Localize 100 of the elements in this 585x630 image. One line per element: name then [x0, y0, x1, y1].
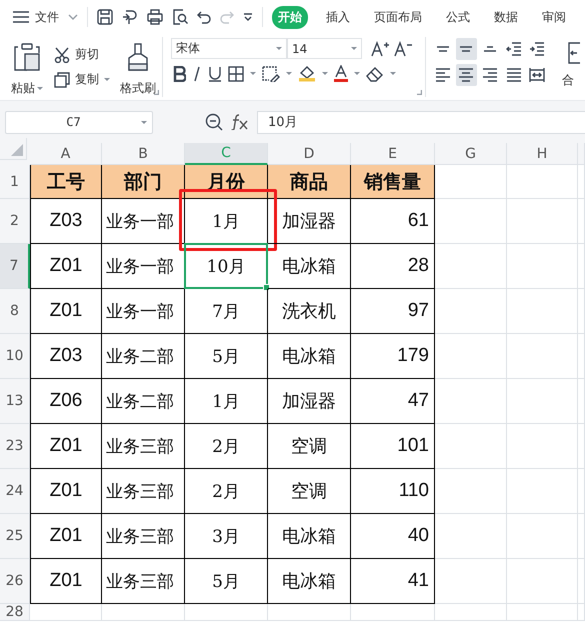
table-cell-text: 加湿器: [282, 210, 336, 233]
table-cell-text: 业务一部: [106, 256, 174, 278]
caret-icon[interactable]: [351, 47, 357, 50]
table-cell-text: 电冰箱: [282, 255, 336, 278]
align-button[interactable]: [456, 64, 478, 86]
row-header[interactable]: 8: [0, 289, 30, 334]
table-cell: Z01: [50, 525, 82, 547]
align-button[interactable]: [456, 38, 478, 60]
increase-font-icon[interactable]: [371, 40, 389, 56]
distributed-icon: [529, 67, 546, 83]
table-cell-text: 5月: [212, 346, 240, 368]
grid-cell: [507, 379, 578, 424]
caret-icon[interactable]: [37, 86, 43, 90]
font-size-dropdown[interactable]: 14: [287, 38, 362, 59]
column-heading: 销售量: [364, 170, 421, 194]
table-cell: Z01: [50, 570, 82, 592]
print-preview-icon[interactable]: [172, 9, 188, 25]
grid-cell: [507, 559, 578, 604]
row-header[interactable]: 7: [0, 244, 30, 289]
caret-icon[interactable]: [354, 72, 360, 75]
name-box[interactable]: C7: [5, 110, 153, 134]
zoom-icon[interactable]: [205, 113, 223, 131]
row-header[interactable]: 10: [0, 334, 30, 379]
caret-icon[interactable]: [250, 72, 256, 75]
function-icon[interactable]: [231, 114, 249, 130]
font-dropdown[interactable]: 宋体: [171, 38, 287, 59]
align-right-icon: [482, 67, 498, 83]
row-header[interactable]: 23: [0, 424, 30, 469]
file-menu[interactable]: 文件: [35, 8, 59, 26]
dropdown-icon[interactable]: [243, 13, 253, 21]
caret-icon[interactable]: [141, 120, 147, 124]
table-cell-text: 业务三部: [106, 526, 174, 548]
cell-style-icon[interactable]: [262, 66, 280, 82]
copy-icon[interactable]: [54, 72, 70, 88]
row-header[interactable]: 1: [0, 165, 30, 199]
column-header[interactable]: G: [435, 143, 507, 165]
table-cell: 179: [397, 345, 429, 367]
formula-input[interactable]: 10月: [257, 110, 585, 134]
borders-icon[interactable]: [228, 66, 244, 82]
paste-button[interactable]: 粘贴: [11, 80, 35, 97]
caret-icon[interactable]: [390, 72, 396, 75]
save-icon[interactable]: [97, 9, 113, 25]
table-cell-text: 业务三部: [106, 436, 174, 458]
ribbon-tab[interactable]: 审阅: [536, 6, 572, 28]
row-header[interactable]: 2: [0, 199, 30, 244]
table-cell: Z01: [50, 435, 82, 457]
eraser-icon[interactable]: [366, 66, 384, 82]
grid-cell: [507, 424, 578, 469]
cut-button[interactable]: 剪切: [75, 46, 99, 63]
fill-handle[interactable]: [263, 284, 270, 291]
row-header[interactable]: 25: [0, 514, 30, 559]
grid-cell: [435, 289, 507, 334]
grid-cell: [435, 559, 507, 604]
ribbon-tab[interactable]: 页面布局: [368, 6, 428, 28]
row-header[interactable]: 28: [0, 604, 30, 621]
table-cell-text: 1月: [212, 210, 240, 232]
ribbon-tab[interactable]: 公式: [440, 6, 476, 28]
menu-icon[interactable]: [13, 11, 29, 23]
grid-cell: [435, 469, 507, 514]
table-cell: Z01: [50, 255, 82, 277]
format-painter-button[interactable]: 格式刷: [120, 80, 156, 97]
caret-icon[interactable]: [276, 47, 282, 50]
underline-icon[interactable]: [208, 66, 222, 82]
print-icon[interactable]: [147, 9, 163, 25]
ribbon-tab[interactable]: 插入: [320, 6, 356, 28]
grid-cell: [507, 334, 578, 379]
table-cell-text: 7月: [212, 300, 240, 322]
bold-icon[interactable]: [173, 66, 186, 82]
ribbon-tab[interactable]: 数据: [488, 6, 524, 28]
merge-button[interactable]: 合: [562, 72, 574, 89]
grid-cell: [435, 604, 507, 621]
table-cell: 47: [408, 390, 429, 412]
caret-icon[interactable]: [322, 72, 328, 75]
scissors-icon[interactable]: [54, 46, 70, 62]
chevron-down-icon[interactable]: [68, 14, 78, 20]
merge-cells-icon[interactable]: [568, 42, 580, 64]
font-color-icon[interactable]: [334, 65, 348, 82]
column-header[interactable]: H: [507, 143, 578, 165]
grid-cell: [507, 289, 578, 334]
table-cell-text: 业务三部: [106, 480, 174, 502]
italic-icon[interactable]: [192, 66, 202, 82]
table-cell-text: 电冰箱: [282, 525, 336, 548]
undo-icon[interactable]: [197, 10, 211, 24]
table-cell: Z01: [50, 480, 82, 502]
export-icon[interactable]: [122, 9, 138, 25]
grid-cell: [435, 199, 507, 244]
caret-icon[interactable]: [286, 72, 292, 75]
grid-cell: [507, 165, 578, 199]
table-cell-text: 2月: [212, 480, 240, 502]
align-middle-icon: [459, 46, 474, 52]
table-cell: Z03: [50, 210, 82, 232]
copy-button[interactable]: 复制: [75, 71, 99, 88]
row-header[interactable]: 24: [0, 469, 30, 514]
expand-corner-icon[interactable]: [154, 90, 159, 95]
decrease-font-icon[interactable]: [394, 40, 412, 56]
column-heading: 工号: [47, 170, 85, 194]
row-header[interactable]: 26: [0, 559, 30, 604]
fill-color-icon[interactable]: [298, 65, 316, 82]
row-header[interactable]: 13: [0, 379, 30, 424]
caret-icon[interactable]: [104, 78, 110, 81]
